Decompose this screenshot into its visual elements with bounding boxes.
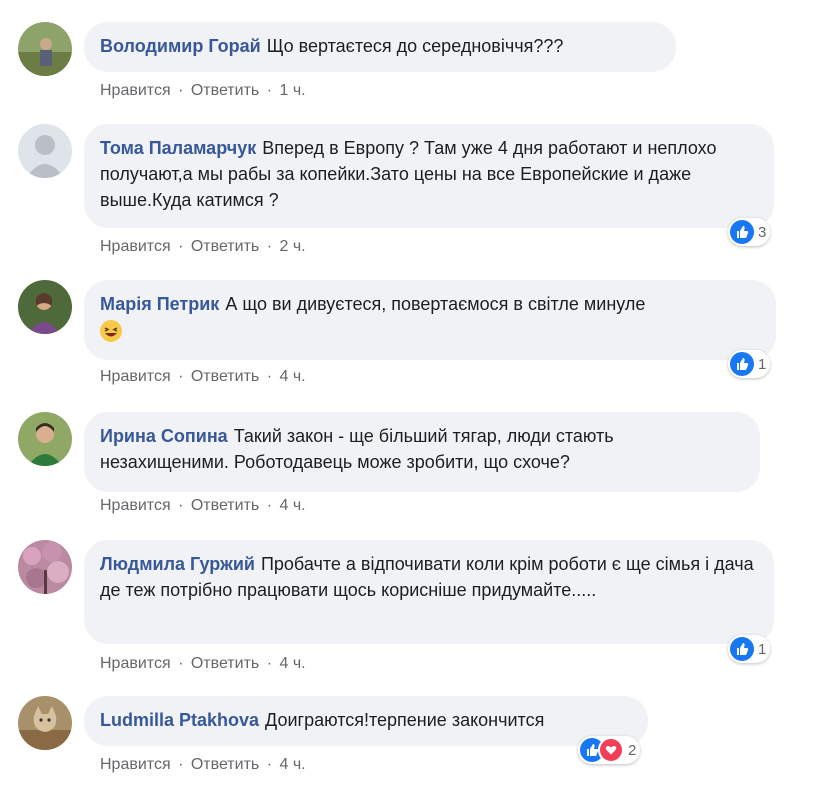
separator: · [266, 238, 273, 255]
comment-actions: Нравится · Ответить · 4 ч. [100, 497, 306, 515]
like-reaction-icon [730, 637, 754, 661]
separator: · [178, 82, 184, 99]
reply-link[interactable]: Ответить [191, 497, 259, 514]
reply-link[interactable]: Ответить [191, 655, 259, 672]
reaction-summary[interactable]: 1 [728, 635, 771, 663]
reaction-count: 2 [628, 741, 637, 759]
comment-text: Що вертаєтеся до середновіччя??? [266, 36, 564, 56]
comment-actions: Нравится · Ответить · 1 ч. [100, 82, 306, 100]
reaction-summary[interactable]: 2 [578, 736, 641, 764]
like-link[interactable]: Нравится [100, 756, 171, 773]
avatar[interactable] [18, 540, 72, 594]
avatar[interactable] [18, 696, 72, 750]
like-link[interactable]: Нравится [100, 82, 171, 99]
reply-link[interactable]: Ответить [191, 756, 259, 773]
comment-bubble: Тома Паламарчук Вперед в Европу ? Там уже… [84, 124, 774, 228]
reaction-summary[interactable]: 1 [728, 350, 771, 378]
like-link[interactable]: Нравится [100, 655, 171, 672]
like-link[interactable]: Нравится [100, 238, 171, 255]
separator: · [178, 655, 184, 672]
comment-bubble: Володимир Горай Що вертаєтеся до середнов… [84, 22, 676, 72]
comment-actions: Нравится · Ответить · 4 ч. [100, 756, 306, 774]
separator: · [266, 497, 273, 514]
reply-link[interactable]: Ответить [191, 82, 259, 99]
reply-link[interactable]: Ответить [191, 368, 259, 385]
reply-link[interactable]: Ответить [191, 238, 259, 255]
comment-author[interactable]: Тома Паламарчук [100, 138, 256, 158]
comment-author[interactable]: Ирина Сопина [100, 426, 228, 446]
comment-actions: Нравится · Ответить · 4 ч. [100, 368, 306, 386]
separator: · [178, 497, 184, 514]
separator: · [178, 756, 184, 773]
laughing-emoji-icon [100, 320, 122, 343]
comment-author[interactable]: Людмила Гуржий [100, 554, 255, 574]
default-avatar[interactable] [18, 124, 72, 178]
timestamp[interactable]: 2 ч. [279, 238, 305, 255]
separator: · [178, 368, 184, 385]
love-reaction-icon [598, 737, 624, 763]
timestamp[interactable]: 4 ч. [279, 655, 305, 672]
separator: · [266, 756, 273, 773]
comment-bubble: Людмила Гуржий Пробачте а відпочивати кол… [84, 540, 774, 644]
comment-actions: Нравится · Ответить · 4 ч. [100, 655, 306, 673]
comment-text: А що ви дивуєтеся, повертаємося в світле… [225, 294, 646, 314]
timestamp[interactable]: 4 ч. [279, 497, 305, 514]
reaction-count: 1 [758, 355, 767, 373]
comment-bubble: Марія Петрик А що ви дивуєтеся, повертаєм… [84, 280, 776, 360]
separator: · [178, 238, 184, 255]
reaction-count: 1 [758, 640, 767, 658]
timestamp[interactable]: 4 ч. [279, 756, 305, 773]
separator: · [266, 368, 273, 385]
timestamp[interactable]: 1 ч. [279, 82, 305, 99]
comment-actions: Нравится · Ответить · 2 ч. [100, 238, 306, 256]
like-link[interactable]: Нравится [100, 497, 171, 514]
reaction-summary[interactable]: 3 [728, 218, 771, 246]
separator: · [266, 655, 273, 672]
comment-bubble: Ludmilla Ptakhova Доиграются!терпение зак… [84, 696, 648, 746]
separator: · [266, 82, 273, 99]
like-reaction-icon [730, 352, 754, 376]
comment-bubble: Ирина Сопина Такий закон - ще більший тяг… [84, 412, 760, 492]
avatar[interactable] [18, 412, 72, 466]
timestamp[interactable]: 4 ч. [279, 368, 305, 385]
avatar[interactable] [18, 22, 72, 76]
like-link[interactable]: Нравится [100, 368, 171, 385]
reaction-count: 3 [758, 223, 767, 241]
comment-author[interactable]: Ludmilla Ptakhova [100, 710, 259, 730]
like-reaction-icon [730, 220, 754, 244]
comment-author[interactable]: Марія Петрик [100, 294, 219, 314]
avatar[interactable] [18, 280, 72, 334]
comment-author[interactable]: Володимир Горай [100, 36, 261, 56]
comment-text: Доиграются!терпение закончится [265, 710, 545, 730]
